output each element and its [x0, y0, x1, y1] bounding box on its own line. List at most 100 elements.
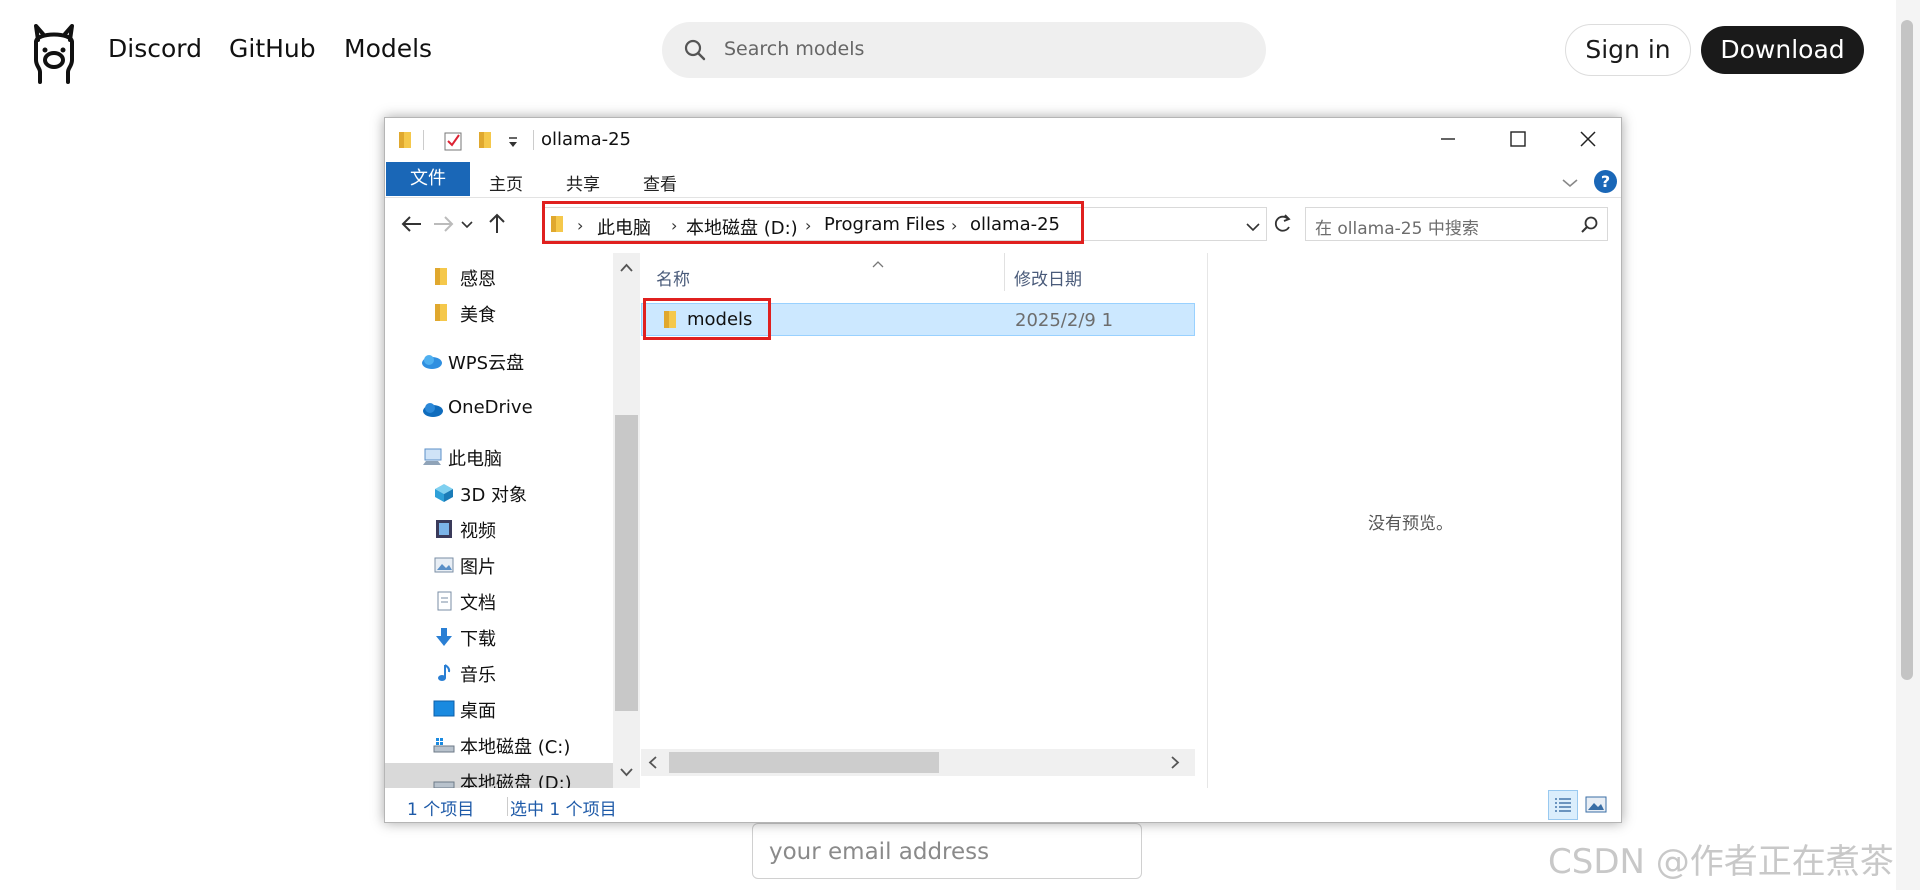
search-icon — [1580, 215, 1600, 239]
nav-pane-scrollbar[interactable] — [613, 253, 640, 788]
preview-divider[interactable] — [1207, 253, 1208, 788]
column-header-date[interactable]: 修改日期 — [1014, 265, 1082, 290]
nav-item-label: 桌面 — [460, 701, 496, 722]
nav-item-label: 感恩 — [460, 269, 496, 290]
search-input[interactable]: Search models — [662, 22, 1266, 78]
maximize-button[interactable] — [1484, 118, 1552, 162]
nav-item-label: 下载 — [460, 629, 496, 650]
new-folder-icon[interactable] — [477, 130, 493, 154]
horizontal-scrollbar[interactable] — [641, 749, 1195, 776]
music-note-icon — [433, 663, 455, 683]
column-divider[interactable] — [1004, 253, 1005, 291]
nav-link-github[interactable]: GitHub — [229, 34, 316, 63]
file-list: 名称 修改日期 models 2025/2/9 1 — [641, 253, 1195, 788]
nav-item-downloads[interactable]: 下载 — [433, 625, 603, 651]
nav-scroll-thumb[interactable] — [615, 415, 638, 711]
search-icon — [682, 37, 708, 63]
separator — [533, 130, 534, 150]
properties-icon[interactable] — [443, 130, 463, 156]
nav-item-3d-objects[interactable]: 3D 对象 — [433, 481, 603, 507]
desktop-icon — [433, 699, 455, 719]
up-button[interactable] — [482, 209, 512, 239]
ollama-logo-icon[interactable] — [26, 20, 82, 84]
file-explorer-window: ollama-25 文件 主页 共享 查看 ? › 此电脑 › 本地磁盘 (D:… — [384, 117, 1622, 823]
separator — [507, 797, 508, 816]
nav-item-label: OneDrive — [448, 397, 533, 418]
search-placeholder: Search models — [724, 38, 865, 60]
address-dropdown-icon[interactable] — [1245, 218, 1261, 237]
nav-item-drive-d[interactable]: 本地磁盘 (D:) — [433, 769, 603, 788]
page-scrollbar[interactable] — [1896, 0, 1920, 890]
nav-item-label: 音乐 — [460, 665, 496, 686]
tab-home[interactable]: 主页 — [489, 170, 523, 195]
sign-in-button[interactable]: Sign in — [1565, 24, 1691, 76]
address-highlight-box — [542, 201, 1084, 244]
nav-item-label: 图片 — [460, 557, 496, 578]
close-button[interactable] — [1554, 118, 1622, 162]
nav-item-label: 本地磁盘 (D:) — [460, 773, 572, 788]
drive-icon — [433, 771, 455, 788]
nav-item-onedrive[interactable]: OneDrive — [421, 397, 601, 423]
recent-locations-button[interactable] — [457, 209, 477, 239]
nav-item-label: 美食 — [460, 305, 496, 326]
scroll-left-icon[interactable] — [647, 755, 659, 774]
nav-item-drive-c[interactable]: 本地磁盘 (C:) — [433, 733, 603, 759]
download-arrow-icon — [433, 627, 455, 647]
system-drive-icon — [433, 735, 455, 755]
nav-item-pictures[interactable]: 图片 — [433, 553, 603, 579]
picture-icon — [433, 555, 455, 575]
nav-item-label: 本地磁盘 (C:) — [460, 737, 571, 758]
minimize-button[interactable] — [1414, 118, 1482, 162]
page-scrollbar-thumb[interactable] — [1901, 20, 1913, 680]
refresh-button[interactable] — [1268, 207, 1296, 241]
column-header-name[interactable]: 名称 — [656, 265, 690, 290]
window-title: ollama-25 — [541, 129, 632, 150]
document-icon — [433, 591, 455, 611]
nav-item-food[interactable]: 美食 — [433, 301, 603, 327]
large-icons-view-icon[interactable] — [1584, 794, 1608, 820]
email-field[interactable]: your email address — [752, 823, 1142, 879]
scroll-right-icon[interactable] — [1169, 755, 1181, 774]
tab-share[interactable]: 共享 — [566, 170, 600, 195]
onedrive-cloud-icon — [421, 399, 443, 419]
nav-item-label: 3D 对象 — [460, 485, 528, 506]
nav-item-documents[interactable]: 文档 — [433, 589, 603, 615]
details-view-icon[interactable] — [1548, 790, 1578, 820]
nav-item-label: 文档 — [460, 593, 496, 614]
computer-icon — [421, 447, 443, 467]
help-icon[interactable]: ? — [1594, 170, 1617, 193]
forward-button[interactable] — [428, 209, 458, 239]
scroll-down-icon[interactable] — [619, 763, 634, 782]
folder-icon — [433, 303, 455, 323]
explorer-search-input[interactable]: 在 ollama-25 中搜索 — [1305, 207, 1608, 241]
address-bar-row: › 此电脑 › 本地磁盘 (D:) › Program Files › olla… — [385, 199, 1621, 251]
back-button[interactable] — [397, 209, 427, 239]
nav-item-label: 此电脑 — [448, 449, 502, 470]
tab-view[interactable]: 查看 — [643, 170, 677, 195]
nav-item-label: 视频 — [460, 521, 496, 542]
sort-ascending-icon — [871, 253, 885, 272]
quick-access-dropdown-icon[interactable] — [507, 134, 519, 153]
file-highlight-box — [643, 298, 771, 340]
download-button[interactable]: Download — [1701, 26, 1864, 74]
nav-item-wps-cloud[interactable]: WPS云盘 — [421, 349, 601, 375]
nav-item-desktop[interactable]: 桌面 — [433, 697, 603, 723]
tab-file[interactable]: 文件 — [386, 162, 470, 196]
horizontal-scroll-thumb[interactable] — [669, 752, 939, 773]
nav-item-this-pc[interactable]: 此电脑 — [421, 445, 601, 471]
scroll-up-icon[interactable] — [619, 259, 634, 278]
folder-icon — [433, 267, 455, 287]
nav-item-gratitude[interactable]: 感恩 — [433, 265, 603, 291]
title-bar: ollama-25 — [385, 118, 1621, 162]
watermark: CSDN @作者正在煮茶 — [1548, 842, 1894, 882]
cloud-icon — [421, 351, 443, 371]
nav-item-videos[interactable]: 视频 — [433, 517, 603, 543]
nav-link-discord[interactable]: Discord — [108, 34, 202, 63]
status-selected-count: 选中 1 个项目 — [510, 800, 617, 820]
nav-item-music[interactable]: 音乐 — [433, 661, 603, 687]
preview-message: 没有预览。 — [1368, 514, 1453, 534]
expand-ribbon-icon[interactable] — [1561, 174, 1579, 193]
video-film-icon — [433, 519, 455, 539]
nav-link-models[interactable]: Models — [344, 34, 432, 63]
separator — [423, 130, 424, 150]
